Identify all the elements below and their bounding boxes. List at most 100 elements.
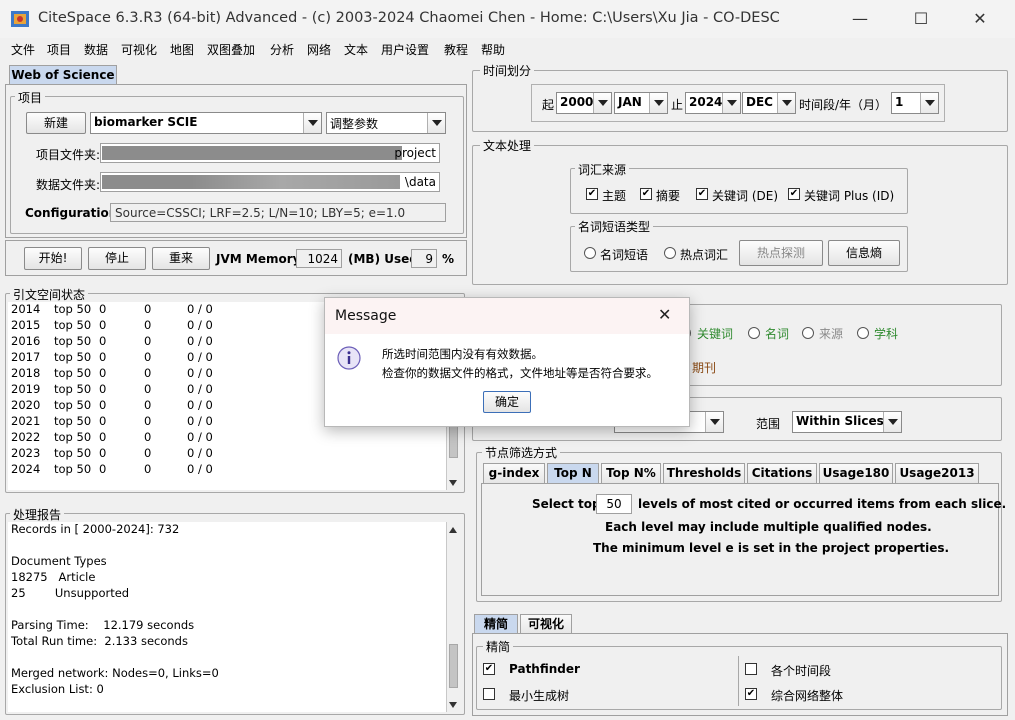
scroll-down-icon[interactable] [449,480,457,486]
menu-file[interactable]: 文件 [11,41,35,58]
slice-length-select[interactable]: 1 [891,92,939,114]
scroll-up-icon[interactable] [449,527,457,533]
noun-phrase-label: 名词短语 [600,248,649,262]
source-node-radio[interactable] [802,327,814,339]
cell-c: 0 / 0 [187,382,213,396]
report-legend: 处理报告 [10,506,65,523]
cell-c: 0 / 0 [187,398,213,412]
scope-label: 范围 [756,417,781,431]
top-n-input[interactable]: 50 [596,494,632,514]
entropy-button[interactable]: 信息熵 [828,240,900,266]
from-year-select[interactable]: 2000 [556,92,612,114]
cell-a: 0 [99,446,107,460]
term-source-legend: 词汇来源 [575,161,630,178]
scroll-down-icon[interactable] [449,702,457,708]
menu-text[interactable]: 文本 [344,41,368,58]
tab-usage2013[interactable]: Usage2013 [895,463,979,483]
minimize-icon[interactable]: — [848,8,872,30]
report-line [11,602,443,618]
percent-label: % [442,252,455,266]
category-node-radio[interactable] [857,327,869,339]
start-button[interactable]: 开始! [24,247,82,270]
menu-project[interactable]: 项目 [47,41,71,58]
cell-a: 0 [99,350,107,364]
from-month-select[interactable]: JAN [614,92,668,114]
cell-year: 2024 [11,462,41,476]
noun-node-label: 名词 [765,327,790,341]
burst-detection-button[interactable]: 热点探测 [739,240,823,266]
tab-visualization[interactable]: 可视化 [520,614,572,634]
tab-top-n-percent[interactable]: Top N% [601,463,661,483]
menu-visualize[interactable]: 可视化 [121,41,157,58]
cell-top: top 50 [54,430,92,444]
each-slice-label: 各个时间段 [771,664,832,678]
tab-thresholds[interactable]: Thresholds [663,463,745,483]
cell-b: 0 [144,414,152,428]
noun-node-radio[interactable] [748,327,760,339]
menu-tutorial[interactable]: 教程 [444,41,468,58]
noun-phrase-radio[interactable] [584,247,596,259]
dialog-close-icon[interactable]: ✕ [658,305,671,324]
cell-a: 0 [99,318,107,332]
tab-g-index[interactable]: g-index [483,463,545,483]
project-select[interactable]: biomarker SCIE [90,112,322,134]
report-text-area[interactable]: Records in [ 2000-2024]: 732 Document Typ… [8,522,446,712]
tab-top-n[interactable]: Top N [547,463,599,483]
project-folder-label: 项目文件夹: [36,148,101,162]
each-slice-checkbox[interactable] [745,663,757,675]
cell-a: 0 [99,382,107,396]
reset-button[interactable]: 重来 [152,247,210,270]
cell-year: 2014 [11,302,41,316]
menu-dual-map[interactable]: 双图叠加 [207,41,255,58]
data-folder-field[interactable]: \data [100,172,440,192]
cell-a: 0 [99,430,107,444]
project-folder-field[interactable]: project [100,143,440,163]
tab-citations[interactable]: Citations [747,463,817,483]
keyword-de-checkbox[interactable]: ✔ [696,188,708,200]
menu-network[interactable]: 网络 [307,41,331,58]
scroll-thumb[interactable] [449,422,458,458]
new-project-button[interactable]: 新建 [26,112,86,134]
tab-pruning[interactable]: 精简 [474,614,518,634]
pathfinder-checkbox[interactable]: ✔ [483,663,495,675]
select-top-label: Select top [532,497,601,511]
to-label: 止 [671,98,684,112]
time-slicing-legend: 时间划分 [480,62,535,79]
adjust-params-select[interactable]: 调整参数 [326,112,446,134]
from-label: 起 [542,98,555,112]
merged-network-checkbox[interactable]: ✔ [745,688,757,700]
cell-b: 0 [144,446,152,460]
tab-web-of-science[interactable]: Web of Science [9,65,117,85]
stop-button[interactable]: 停止 [88,247,146,270]
report-line: Document Types [11,554,107,568]
cell-year: 2017 [11,350,41,364]
pruning-legend: 精简 [483,638,514,655]
memory-used-value: 9 [411,249,437,268]
tab-usage180[interactable]: Usage180 [819,463,893,483]
cell-a: 0 [99,462,107,476]
pathfinder-label: Pathfinder [509,662,580,676]
abstract-checkbox[interactable]: ✔ [640,188,652,200]
menu-map[interactable]: 地图 [170,41,194,58]
cell-top: top 50 [54,446,92,460]
scroll-thumb[interactable] [449,644,458,688]
menu-help[interactable]: 帮助 [481,41,505,58]
report-scrollbar[interactable] [446,522,460,712]
cell-a: 0 [99,398,107,412]
to-year-select[interactable]: 2024 [685,92,741,114]
ok-button[interactable]: 确定 [483,391,531,413]
close-window-icon[interactable]: ✕ [968,8,992,30]
menu-analysis[interactable]: 分析 [270,41,294,58]
keyword-plus-checkbox[interactable]: ✔ [788,188,800,200]
cell-b: 0 [144,366,152,380]
title-checkbox[interactable]: ✔ [586,188,598,200]
scope-select[interactable]: Within Slices [792,411,902,433]
cell-b: 0 [144,398,152,412]
maximize-icon[interactable]: ☐ [909,8,933,30]
hot-terms-radio[interactable] [664,247,676,259]
mst-checkbox[interactable] [483,688,495,700]
menu-user-settings[interactable]: 用户设置 [381,41,429,58]
menu-data[interactable]: 数据 [84,41,108,58]
to-month-select[interactable]: DEC [742,92,796,114]
jvm-memory-value: 1024 [296,249,342,268]
